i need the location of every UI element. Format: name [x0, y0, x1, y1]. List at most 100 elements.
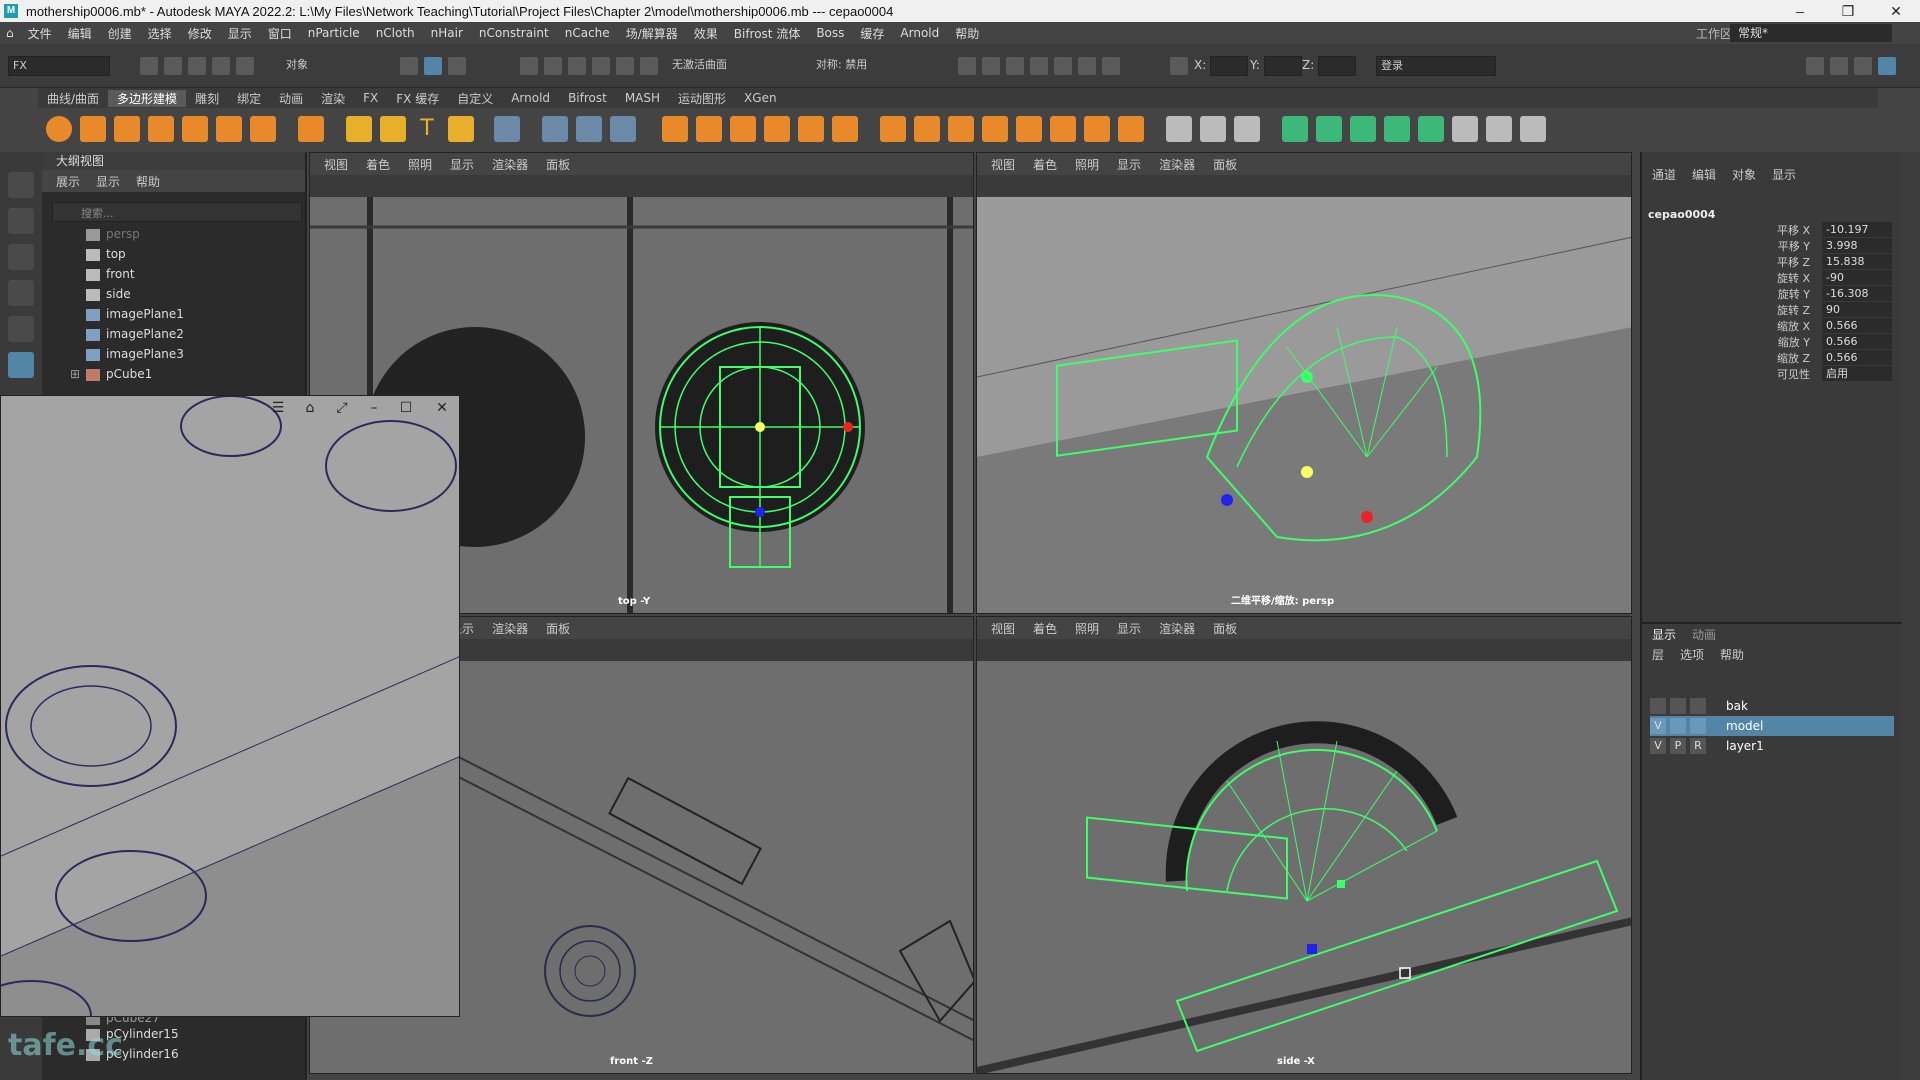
vp-menu-renderer[interactable]: 渲染器 — [492, 620, 528, 637]
cb-menu-edit[interactable]: 编辑 — [1692, 166, 1716, 186]
attr-rotate-y[interactable]: 旋转 Y -16.308 — [1642, 286, 1902, 302]
tab-curves-surfaces[interactable]: 曲线/曲面 — [38, 90, 108, 107]
vp-menu-panels[interactable]: 面板 — [546, 620, 570, 637]
outliner-item-imageplane1[interactable]: imagePlane1 — [42, 304, 302, 324]
quad-draw-icon[interactable] — [1234, 116, 1260, 142]
menu-create[interactable]: 创建 — [100, 25, 140, 42]
vp-menu-lighting[interactable]: 照明 — [1075, 620, 1099, 637]
vp-menu-shading[interactable]: 着色 — [1033, 620, 1057, 637]
y-input[interactable] — [1264, 56, 1302, 76]
restore-button[interactable]: ❐ — [1828, 0, 1868, 22]
menu-windows[interactable]: 窗口 — [260, 25, 300, 42]
poly-disc-icon[interactable] — [250, 116, 276, 142]
attr-scale-z[interactable]: 缩放 Z 0.566 — [1642, 350, 1902, 366]
minimize-icon[interactable]: – — [365, 399, 383, 417]
hypershade-icon[interactable] — [1054, 57, 1072, 75]
tool-settings-icon[interactable] — [1854, 57, 1872, 75]
modeling-toolkit-icon[interactable] — [1806, 57, 1824, 75]
login-dropdown[interactable]: 登录 — [1376, 56, 1496, 76]
minimize-button[interactable]: – — [1780, 0, 1820, 22]
menu-bifrost-fluids[interactable]: Bifrost 流体 — [726, 25, 809, 42]
layer-row-bak[interactable]: bak — [1650, 696, 1894, 716]
uv-editor-icon[interactable] — [1418, 116, 1444, 142]
menu-modify[interactable]: 修改 — [180, 25, 220, 42]
snap-view-icon[interactable] — [592, 57, 610, 75]
bridge-icon[interactable] — [914, 116, 940, 142]
vp-menu-renderer[interactable]: 渲染器 — [1159, 156, 1195, 173]
symmetry-dropdown[interactable]: 对称: 禁用 — [812, 56, 912, 76]
menu-nhair[interactable]: nHair — [423, 26, 471, 40]
snap-surface-icon[interactable] — [616, 57, 634, 75]
undo-icon[interactable] — [212, 57, 230, 75]
sew-uv-icon[interactable] — [1520, 116, 1546, 142]
outliner-item-side[interactable]: side — [42, 284, 302, 304]
tab-rigging[interactable]: 绑定 — [228, 90, 270, 107]
cb-menu-object[interactable]: 对象 — [1732, 166, 1756, 186]
tab-mash[interactable]: MASH — [616, 91, 669, 105]
vp-menu-show[interactable]: 显示 — [450, 156, 474, 173]
poly-sphere-icon[interactable] — [46, 116, 72, 142]
vp-menu-shading[interactable]: 着色 — [1033, 156, 1057, 173]
mirror-icon[interactable] — [696, 116, 722, 142]
move-tool-icon[interactable] — [8, 280, 34, 306]
vp-menu-lighting[interactable]: 照明 — [1075, 156, 1099, 173]
lasso-tool-icon[interactable] — [8, 208, 34, 234]
vp-menu-view[interactable]: 视图 — [324, 156, 348, 173]
attr-scale-y[interactable]: 缩放 Y 0.566 — [1642, 334, 1902, 350]
outliner-item-pcube1[interactable]: ⊞ pCube1 — [42, 364, 302, 384]
remesh-icon[interactable] — [798, 116, 824, 142]
layer-menu-help[interactable]: 帮助 — [1720, 646, 1744, 666]
menu-fields-solvers[interactable]: 场/解算器 — [618, 25, 686, 42]
menu-nconstraint[interactable]: nConstraint — [471, 26, 557, 40]
vp-menu-renderer[interactable]: 渲染器 — [492, 156, 528, 173]
open-scene-icon[interactable] — [164, 57, 182, 75]
menu-edit[interactable]: 编辑 — [60, 25, 100, 42]
menu-cache[interactable]: 缓存 — [852, 25, 892, 42]
tab-animation[interactable]: 动画 — [270, 90, 312, 107]
tab-poly-modeling[interactable]: 多边形建模 — [108, 89, 187, 107]
svg-icon[interactable] — [448, 116, 474, 142]
viewport-toolbar[interactable] — [310, 175, 973, 197]
arnold-render-icon[interactable] — [1078, 57, 1096, 75]
render-settings-icon[interactable] — [1030, 57, 1048, 75]
layer-row-model[interactable]: V model — [1650, 716, 1894, 736]
automatic-uv-icon[interactable] — [1384, 116, 1410, 142]
select-mode-dropdown[interactable]: 对象 — [282, 56, 372, 76]
new-scene-icon[interactable] — [140, 57, 158, 75]
poly-cylinder-icon[interactable] — [114, 116, 140, 142]
outliner-item-top[interactable]: top — [42, 244, 302, 264]
menu-display[interactable]: 显示 — [220, 25, 260, 42]
select-object-icon[interactable] — [424, 57, 442, 75]
tab-sculpting[interactable]: 雕刻 — [186, 90, 228, 107]
expand-icon[interactable]: ⊞ — [70, 364, 80, 384]
vp-menu-view[interactable]: 视图 — [991, 620, 1015, 637]
layer-menu-options[interactable]: 选项 — [1680, 646, 1704, 666]
cut-uv-icon[interactable] — [1486, 116, 1512, 142]
home-icon[interactable]: ⌂ — [301, 399, 319, 417]
paint-select-tool-icon[interactable] — [8, 244, 34, 270]
floating-viewport-window[interactable]: ☰ ⌂ ⤢ – ☐ ✕ — [0, 395, 460, 1017]
reduce-icon[interactable] — [764, 116, 790, 142]
tab-fx-caching[interactable]: FX 缓存 — [387, 90, 448, 107]
workspace-dropdown[interactable]: 常规* — [1730, 24, 1892, 42]
poly-cone-icon[interactable] — [148, 116, 174, 142]
attr-translate-x[interactable]: 平移 X -10.197 — [1642, 222, 1902, 238]
menuset-dropdown[interactable]: FX — [8, 56, 110, 76]
poly-cube-icon[interactable] — [80, 116, 106, 142]
retopologize-icon[interactable] — [832, 116, 858, 142]
attr-rotate-z[interactable]: 旋转 Z 90 — [1642, 302, 1902, 318]
outliner-item-imageplane2[interactable]: imagePlane2 — [42, 324, 302, 344]
viewport-toolbar[interactable] — [977, 639, 1631, 661]
poly-plane-icon[interactable] — [216, 116, 242, 142]
viewport-toolbar[interactable] — [977, 175, 1631, 197]
snap-point-icon[interactable] — [568, 57, 586, 75]
x-input[interactable] — [1210, 56, 1248, 76]
viewport-side[interactable]: 视图 着色 照明 显示 渲染器 面板 side -X — [976, 616, 1632, 1074]
frame-icon[interactable]: ⤢ — [333, 399, 351, 417]
type-text-icon[interactable]: T — [414, 116, 440, 142]
tab-motion-graphics[interactable]: 运动图形 — [669, 90, 735, 107]
outliner-menu-show[interactable]: 展示 — [56, 173, 80, 190]
connect-icon[interactable] — [1118, 116, 1144, 142]
maximize-icon[interactable]: ☐ — [397, 399, 415, 417]
attr-scale-x[interactable]: 缩放 X 0.566 — [1642, 318, 1902, 334]
